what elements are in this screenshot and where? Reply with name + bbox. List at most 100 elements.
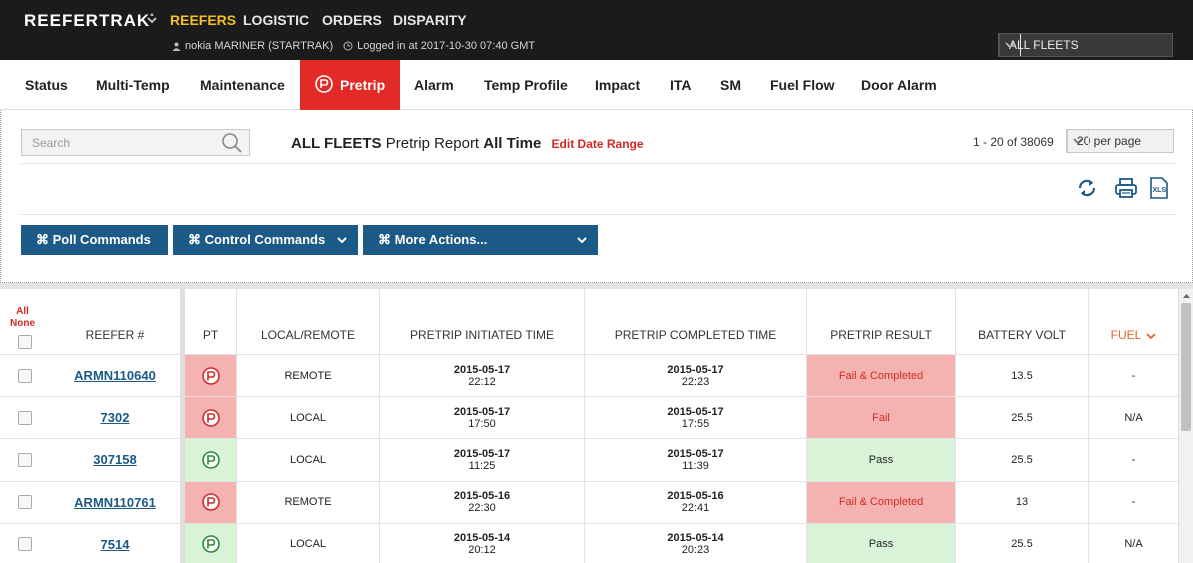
row-select-cell bbox=[0, 524, 50, 563]
local-remote-cell: REMOTE bbox=[237, 481, 380, 523]
refresh-icon[interactable] bbox=[1076, 177, 1098, 199]
fuel-cell: N/A bbox=[1089, 397, 1178, 438]
completed-time-cell: 2015-05-17 11:39 bbox=[585, 439, 807, 481]
completed-time-cell: 2015-05-16 22:41 bbox=[585, 481, 807, 523]
battery-cell: 25.5 bbox=[956, 523, 1089, 563]
row-select-cell bbox=[0, 355, 50, 396]
tab-multi-temp[interactable]: Multi-Temp bbox=[96, 60, 170, 110]
table-row: 307158 LOCAL 2015-05-17 11:25 2015-05-17 11:3… bbox=[0, 438, 1178, 481]
scroll-up-icon[interactable] bbox=[1180, 291, 1193, 301]
search-icon[interactable] bbox=[221, 132, 243, 154]
select-none-link[interactable]: None bbox=[10, 318, 35, 330]
tab-temp-profile[interactable]: Temp Profile bbox=[484, 60, 568, 110]
reefer-cell: 307158 bbox=[50, 439, 180, 480]
chevron-down-icon bbox=[999, 34, 1021, 56]
topnav-logistic[interactable]: LOGISTIC bbox=[243, 12, 309, 28]
pretrip-status-icon bbox=[201, 366, 220, 385]
tab-alarm[interactable]: Alarm bbox=[414, 60, 454, 110]
result-cell: Pass bbox=[807, 523, 956, 563]
local-remote-cell: LOCAL bbox=[237, 397, 380, 439]
per-page-select[interactable]: 20 per page bbox=[1066, 129, 1174, 153]
row-select-cell bbox=[0, 439, 50, 480]
result-value: Pass bbox=[868, 453, 894, 466]
column-header-initiated-time[interactable]: PRETRIP INITIATED TIME bbox=[380, 289, 585, 354]
mode-value: LOCAL bbox=[289, 411, 327, 424]
reefer-link[interactable]: 307158 bbox=[93, 452, 136, 467]
row-checkbox[interactable] bbox=[18, 495, 32, 510]
column-header-completed-time[interactable]: PRETRIP COMPLETED TIME bbox=[585, 289, 807, 354]
pretrip-status-icon bbox=[201, 535, 220, 554]
control-commands-label: ⌘ Control Commands bbox=[188, 232, 326, 247]
chevron-down-icon bbox=[577, 237, 587, 244]
table-row: 7302 LOCAL 2015-05-17 17:50 2015-05-17 17:55 F… bbox=[0, 396, 1178, 439]
topnav-orders[interactable]: ORDERS bbox=[322, 12, 382, 28]
clock-icon bbox=[343, 41, 353, 51]
result-value: Fail bbox=[872, 411, 890, 424]
column-header-reefer[interactable]: REEFER # bbox=[50, 289, 180, 354]
initiated-date: 2015-05-16 bbox=[453, 490, 511, 503]
brand-logo[interactable]: REEFERTRAK° bbox=[24, 11, 155, 31]
chevron-down-icon bbox=[337, 237, 347, 244]
reefer-link[interactable]: 7302 bbox=[101, 410, 130, 425]
completed-time: 20:23 bbox=[681, 544, 710, 557]
tab-status[interactable]: Status bbox=[25, 60, 68, 110]
column-header-result[interactable]: PRETRIP RESULT bbox=[807, 289, 956, 354]
tab-fuel-flow[interactable]: Fuel Flow bbox=[770, 60, 835, 110]
result-value: Fail & Completed bbox=[838, 496, 924, 509]
vertical-scrollbar[interactable] bbox=[1178, 289, 1193, 563]
reefer-link[interactable]: ARMN110640 bbox=[74, 368, 156, 383]
topnav-reefers[interactable]: REEFERS bbox=[170, 12, 236, 28]
mode-value: LOCAL bbox=[289, 453, 327, 466]
pt-status-cell bbox=[185, 481, 237, 523]
reefer-cell: ARMN110761 bbox=[50, 482, 180, 523]
row-checkbox[interactable] bbox=[18, 537, 32, 552]
search-input[interactable]: Search bbox=[21, 129, 250, 156]
more-actions-button[interactable]: ⌘ More Actions... bbox=[363, 225, 598, 255]
completed-date: 2015-05-17 bbox=[667, 363, 724, 376]
row-checkbox[interactable] bbox=[18, 452, 32, 467]
tab-ita[interactable]: ITA bbox=[670, 60, 692, 110]
tab-maintenance[interactable]: Maintenance bbox=[200, 60, 285, 110]
tab-impact[interactable]: Impact bbox=[595, 60, 640, 110]
chevron-down-icon[interactable] bbox=[146, 14, 158, 26]
column-header-pt[interactable]: PT bbox=[185, 289, 237, 354]
reefer-link[interactable]: ARMN110761 bbox=[74, 495, 156, 510]
mode-value: LOCAL bbox=[289, 538, 327, 551]
reefer-cell: 7302 bbox=[50, 397, 180, 438]
pretrip-status-icon bbox=[201, 493, 220, 511]
tab-sm[interactable]: SM bbox=[720, 60, 741, 110]
column-header-fuel[interactable]: FUEL bbox=[1089, 289, 1178, 354]
column-header-local-remote[interactable]: LOCAL/REMOTE bbox=[237, 289, 380, 354]
topnav-disparity[interactable]: DISPARITY bbox=[393, 12, 467, 28]
completed-date: 2015-05-14 bbox=[667, 532, 724, 545]
row-checkbox[interactable] bbox=[18, 410, 32, 425]
edit-date-range-link[interactable]: Edit Date Range bbox=[552, 137, 644, 151]
select-all-link[interactable]: All bbox=[10, 306, 35, 318]
pt-status-cell bbox=[185, 439, 237, 481]
column-header-battery-volt[interactable]: BATTERY VOLT bbox=[956, 289, 1089, 354]
scrollbar-thumb[interactable] bbox=[1181, 303, 1191, 431]
mode-value: REMOTE bbox=[284, 496, 332, 509]
row-select-cell bbox=[0, 397, 50, 438]
reefer-link[interactable]: 7514 bbox=[101, 537, 130, 552]
search-placeholder: Search bbox=[32, 135, 71, 150]
fuel-header-label: FUEL bbox=[1110, 328, 1142, 342]
result-value: Pass bbox=[868, 538, 894, 551]
print-icon[interactable] bbox=[1114, 177, 1138, 199]
tab-door-alarm[interactable]: Door Alarm bbox=[861, 60, 937, 110]
select-all-checkbox[interactable] bbox=[18, 335, 32, 349]
fleet-select-value: ALL FLEETS bbox=[1009, 38, 1079, 52]
more-actions-label: ⌘ More Actions... bbox=[378, 232, 488, 247]
tab-pretrip[interactable]: Pretrip bbox=[300, 60, 400, 110]
report-title: ALL FLEETS Pretrip Report All Time Edit … bbox=[291, 135, 644, 152]
fleet-select[interactable]: ALL FLEETS bbox=[998, 33, 1173, 57]
control-commands-button[interactable]: ⌘ Control Commands bbox=[173, 225, 358, 255]
row-checkbox[interactable] bbox=[18, 368, 32, 383]
toolbar-panel: Search ALL FLEETS Pretrip Report All Tim… bbox=[0, 110, 1193, 283]
excel-export-icon[interactable]: XLS bbox=[1149, 177, 1169, 199]
reefer-cell: ARMN110640 bbox=[50, 355, 180, 396]
completed-time: 22:23 bbox=[681, 375, 710, 388]
poll-commands-button[interactable]: ⌘ Poll Commands bbox=[21, 225, 168, 255]
mode-value: REMOTE bbox=[284, 369, 332, 382]
pt-status-cell bbox=[185, 397, 237, 439]
